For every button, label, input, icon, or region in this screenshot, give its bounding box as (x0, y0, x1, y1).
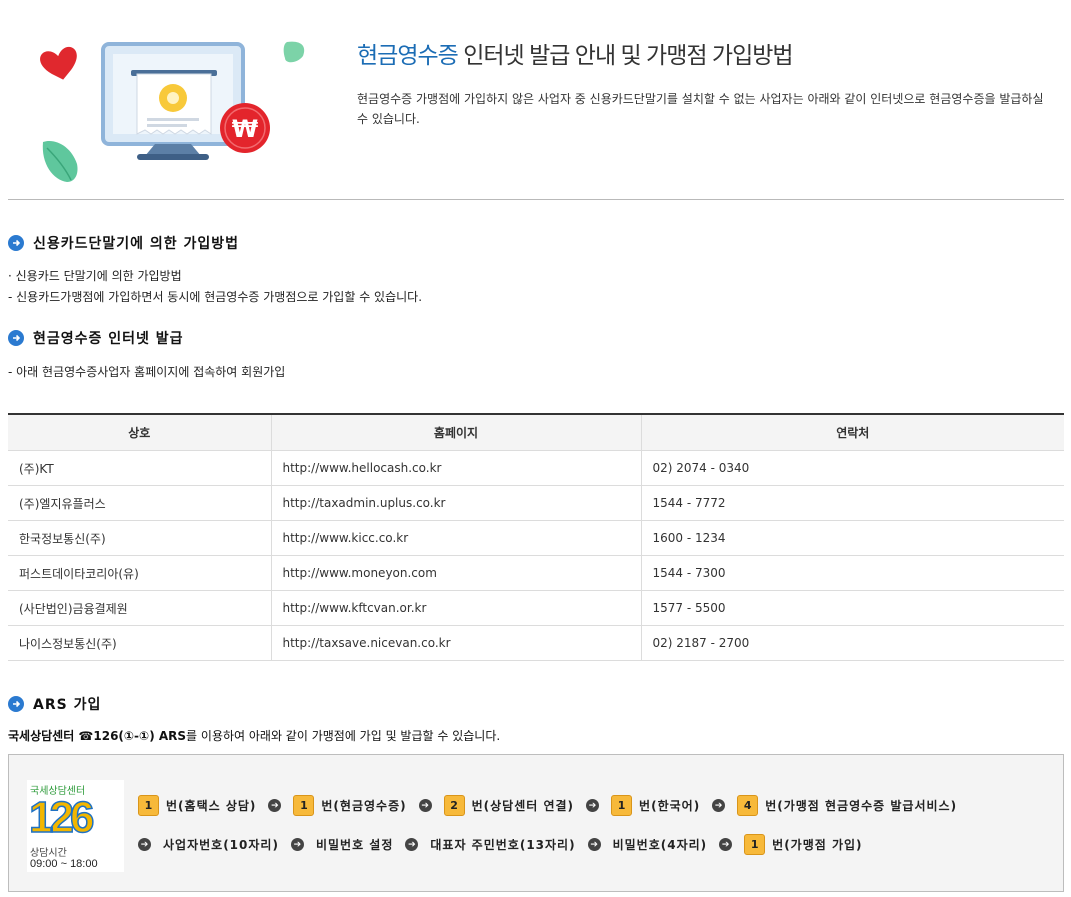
table-row: 나이스정보통신(주) http://taxsave.nicevan.co.kr … (8, 625, 1064, 661)
step-number-badge: 4 (737, 795, 759, 816)
provider-homepage: http://www.kicc.co.kr (270, 520, 641, 556)
step-number-badge: 1 (744, 834, 766, 855)
provider-contact: 02) 2187 - 2700 (640, 625, 1064, 661)
arrow-right-icon: ➔ (719, 838, 733, 851)
provider-homepage: http://www.hellocash.co.kr (270, 450, 641, 486)
arrow-right-icon: ➔ (290, 838, 304, 851)
arrow-right-icon: ➔ (138, 838, 151, 851)
logo-number: 126 (28, 792, 95, 843)
ars-note-rest: 를 이용하여 아래와 같이 가맹점에 가입 및 발급할 수 있습니다. (186, 729, 501, 743)
section-internet-heading: 현금영수증 인터넷 발급 (8, 328, 184, 348)
arrow-right-icon: ➔ (712, 799, 726, 812)
leaf-icon (283, 41, 305, 63)
provider-name: (주)KT (8, 450, 271, 486)
provider-homepage: http://taxsave.nicevan.co.kr (270, 625, 641, 661)
arrow-right-icon: ➔ (268, 799, 282, 812)
provider-name: (주)엘지유플러스 (8, 485, 271, 521)
arrow-right-icon: ➔ (586, 799, 600, 812)
provider-homepage: http://taxadmin.uplus.co.kr (270, 485, 641, 521)
table-row: 한국정보통신(주) http://www.kicc.co.kr 1600 - 1… (8, 520, 1064, 556)
provider-homepage: http://www.moneyon.com (270, 555, 641, 591)
provider-contact: 1544 - 7300 (640, 555, 1064, 591)
logo-hours-label: 상담시간 (30, 848, 67, 859)
column-header-homepage: 홈페이지 (270, 414, 641, 451)
ars-steps-row2: ➔ 사업자번호(10자리) ➔ 비밀번호 설정 ➔ 대표자 주민번호(13자리)… (126, 834, 863, 855)
provider-name: 한국정보통신(주) (8, 520, 271, 556)
page-description: 현금영수증 가맹점에 가입하지 않은 사업자 중 신용카드단말기를 설치할 수 … (357, 92, 1044, 126)
step-text: 번(가맹점 현금영수증 발급서비스) (765, 799, 958, 813)
arrow-bullet-icon (8, 696, 24, 712)
leaf-icon (42, 140, 78, 182)
provider-name: 나이스정보통신(주) (8, 625, 271, 661)
step-text: 사업자번호(10자리) (163, 838, 279, 852)
arrow-right-icon: ➔ (405, 838, 419, 851)
arrow-bullet-icon (8, 330, 24, 346)
column-header-contact: 연락처 (640, 414, 1064, 451)
ars-steps-row1: 1 번(홈택스 상담) ➔ 1 번(현금영수증) ➔ 2 번(상담센터 연결) … (138, 795, 957, 816)
section-card-title: 신용카드단말기에 의한 가입방법 (33, 236, 240, 252)
page-header: ₩ 현금영수증 인터넷 발급 안내 및 가맹점 가입방법 현금영수증 가맹점에 … (0, 0, 1071, 200)
step-number-badge: 2 (443, 795, 465, 816)
tax-center-126-logo: 국세상담센터 126 상담시간 09:00 ~ 18:00 (27, 780, 124, 872)
arrow-right-icon: ➔ (587, 838, 601, 851)
section-internet-line1: - 아래 현금영수증사업자 홈페이지에 접속하여 회원가입 (8, 365, 286, 379)
provider-contact: 1544 - 7772 (640, 485, 1064, 521)
step-text: 대표자 주민번호(13자리) (430, 838, 576, 852)
table-row: 퍼스트데이타코리아(유) http://www.moneyon.com 1544… (8, 555, 1064, 591)
heart-icon (40, 46, 77, 80)
table-row: (사단법인)금융결제원 http://www.kftcvan.or.kr 157… (8, 590, 1064, 626)
step-text: 번(가맹점 가입) (772, 838, 863, 852)
page-title-rest: 인터넷 발급 안내 및 가맹점 가입방법 (457, 42, 793, 68)
step-text: 번(홈택스 상담) (166, 799, 257, 813)
provider-contact: 1577 - 5500 (640, 590, 1064, 626)
section-ars-heading: ARS 가입 (8, 694, 101, 714)
step-number-badge: 1 (611, 795, 633, 816)
provider-name: (사단법인)금융결제원 (8, 590, 271, 626)
ars-note: 국세상담센터 ☎126(①-①) ARS를 이용하여 아래와 같이 가맹점에 가… (8, 727, 500, 744)
section-card-heading: 신용카드단말기에 의한 가입방법 (8, 233, 239, 253)
section-ars-title: ARS 가입 (33, 697, 102, 713)
cash-receipt-illustration: ₩ (40, 41, 305, 182)
ars-note-bold: 국세상담센터 ☎126(①-①) ARS (8, 729, 187, 743)
provider-contact: 02) 2074 - 0340 (640, 450, 1064, 486)
arrow-right-icon: ➔ (418, 799, 432, 812)
provider-contact: 1600 - 1234 (640, 520, 1064, 556)
step-text: 번(상담센터 연결) (471, 799, 575, 813)
page-title-accent: 현금영수증 (357, 42, 459, 68)
arrow-bullet-icon (8, 235, 24, 251)
svg-text:₩: ₩ (232, 115, 259, 143)
step-text: 번(한국어) (639, 799, 701, 813)
step-number-badge: 1 (138, 795, 159, 816)
table-header-row: 상호 홈페이지 연락처 (8, 414, 1064, 451)
provider-table: 상호 홈페이지 연락처 (주)KT http://www.hellocash.c… (8, 413, 1064, 661)
logo-hours: 09:00 ~ 18:00 (30, 858, 98, 870)
column-header-name: 상호 (8, 414, 271, 451)
section-internet-title: 현금영수증 인터넷 발급 (33, 331, 184, 347)
section-card-line1: · 신용카드 단말기에 의한 가입방법 (8, 269, 182, 283)
table-row: (주)엘지유플러스 http://taxadmin.uplus.co.kr 15… (8, 485, 1064, 521)
step-text: 비밀번호 설정 (315, 838, 394, 852)
section-card-line2: - 신용카드가맹점에 가입하면서 동시에 현금영수증 가맹점으로 가입할 수 있… (8, 290, 423, 304)
provider-name: 퍼스트데이타코리아(유) (8, 555, 271, 591)
provider-homepage: http://www.kftcvan.or.kr (270, 590, 641, 626)
page-title: 현금영수증 인터넷 발급 안내 및 가맹점 가입방법 (357, 36, 794, 70)
step-number-badge: 1 (293, 795, 315, 816)
step-text: 번(현금영수증) (321, 799, 407, 813)
step-text: 비밀번호(4자리) (612, 838, 708, 852)
ars-steps-box: 국세상담센터 126 상담시간 09:00 ~ 18:00 1 번(홈택스 상담… (8, 754, 1064, 892)
header-divider (8, 199, 1064, 200)
table-row: (주)KT http://www.hellocash.co.kr 02) 207… (8, 450, 1064, 486)
